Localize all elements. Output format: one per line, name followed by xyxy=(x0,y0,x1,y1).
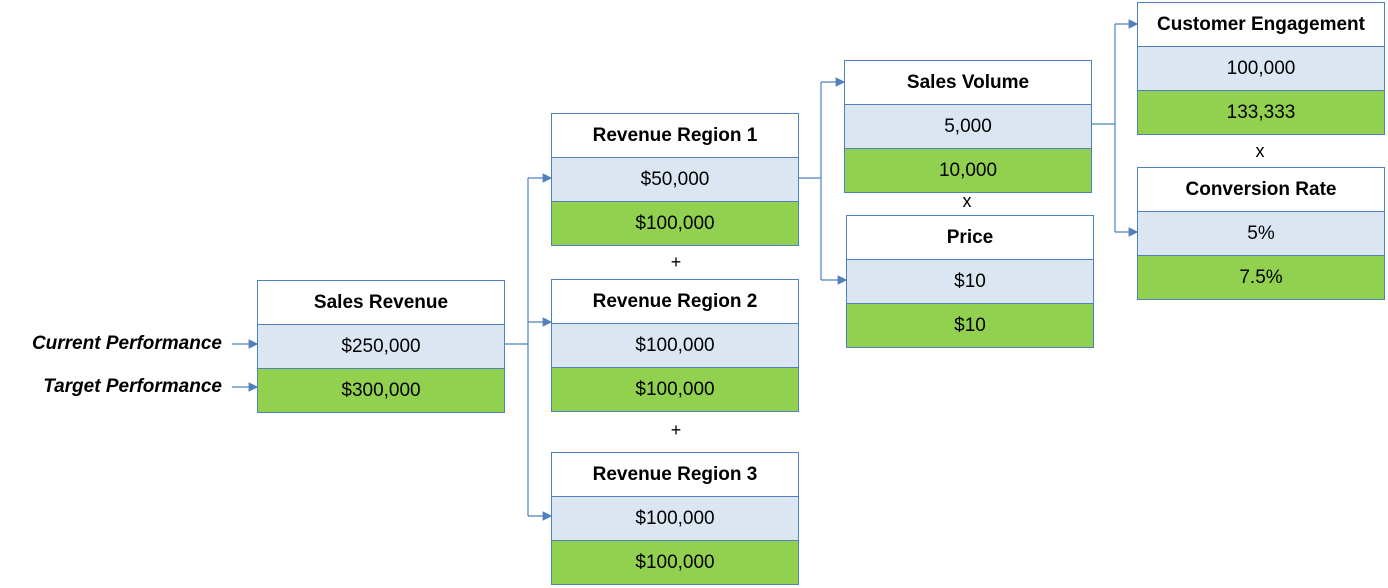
node-current-value: $50,000 xyxy=(552,157,798,201)
multiply-operator: x xyxy=(962,191,972,211)
revenue-region-2-node: Revenue Region 2 $100,000 $100,000 xyxy=(551,279,799,412)
price-node: Price $10 $10 xyxy=(846,215,1094,348)
node-target-value: 133,333 xyxy=(1138,90,1384,134)
node-title: Revenue Region 1 xyxy=(552,114,798,157)
node-target-value: $100,000 xyxy=(552,201,798,245)
conversion-rate-node: Conversion Rate 5% 7.5% xyxy=(1137,167,1385,300)
sales-volume-node: Sales Volume 5,000 10,000 xyxy=(844,60,1092,193)
node-current-value: $250,000 xyxy=(258,324,504,368)
node-target-value: 10,000 xyxy=(845,148,1091,192)
node-current-value: $10 xyxy=(847,259,1093,303)
node-target-value: $300,000 xyxy=(258,368,504,412)
node-current-value: 5,000 xyxy=(845,104,1091,148)
target-performance-label: Target Performance xyxy=(43,376,222,397)
plus-operator: + xyxy=(670,420,682,440)
node-current-value: $100,000 xyxy=(552,323,798,367)
node-target-value: $100,000 xyxy=(552,367,798,411)
multiply-operator: x xyxy=(1255,141,1265,161)
node-target-value: 7.5% xyxy=(1138,255,1384,299)
node-current-value: 5% xyxy=(1138,211,1384,255)
node-current-value: $100,000 xyxy=(552,496,798,540)
revenue-region-1-node: Revenue Region 1 $50,000 $100,000 xyxy=(551,113,799,246)
customer-engagement-node: Customer Engagement 100,000 133,333 xyxy=(1137,2,1385,135)
current-performance-label: Current Performance xyxy=(31,333,222,354)
sales-revenue-node: Sales Revenue $250,000 $300,000 xyxy=(257,280,505,413)
node-target-value: $10 xyxy=(847,303,1093,347)
node-title: Revenue Region 2 xyxy=(552,280,798,323)
node-target-value: $100,000 xyxy=(552,540,798,584)
plus-operator: + xyxy=(670,252,682,272)
node-title: Price xyxy=(847,216,1093,259)
revenue-region-3-node: Revenue Region 3 $100,000 $100,000 xyxy=(551,452,799,585)
node-title: Conversion Rate xyxy=(1138,168,1384,211)
node-title: Customer Engagement xyxy=(1138,3,1384,46)
node-title: Sales Volume xyxy=(845,61,1091,104)
node-title: Sales Revenue xyxy=(258,281,504,324)
node-current-value: 100,000 xyxy=(1138,46,1384,90)
node-title: Revenue Region 3 xyxy=(552,453,798,496)
